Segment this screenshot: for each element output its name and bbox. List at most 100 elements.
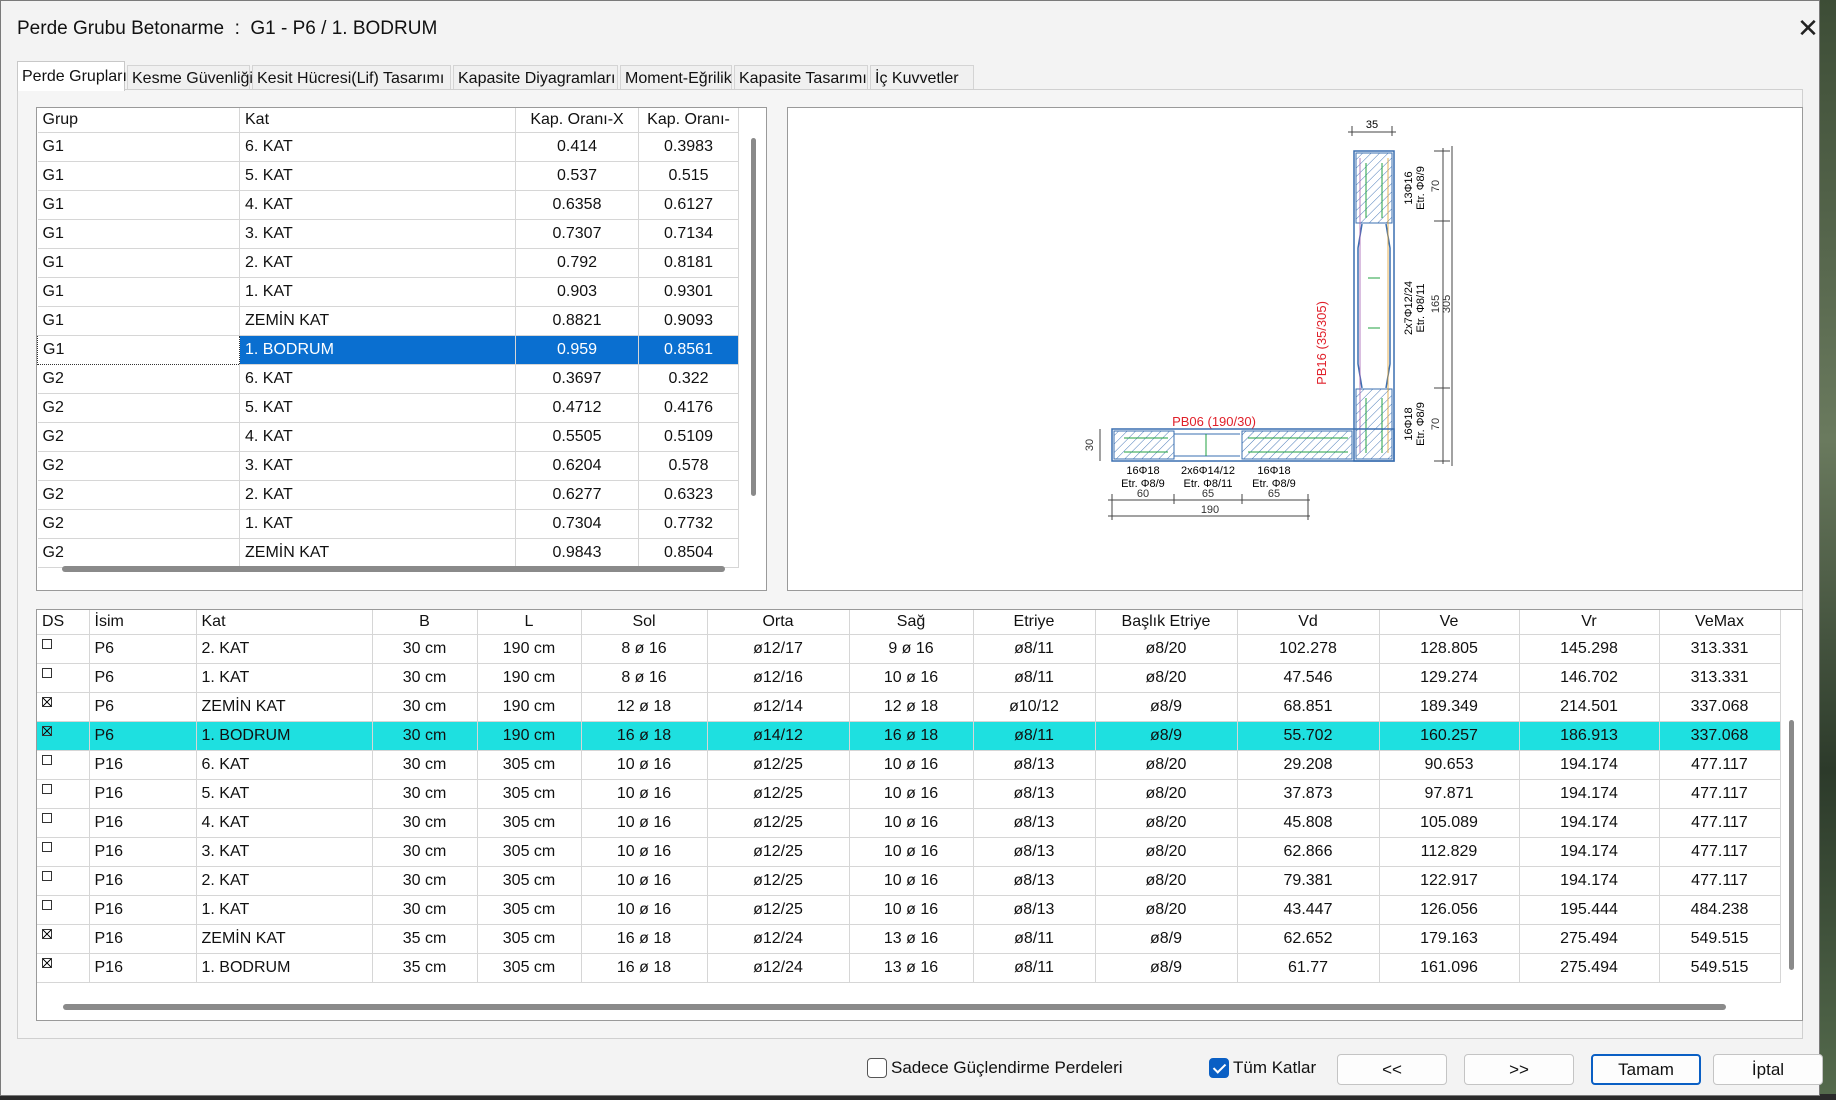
ds-checkbox-cell[interactable] bbox=[37, 779, 90, 809]
ds-checkbox-cell[interactable] bbox=[37, 866, 90, 896]
unchecked-box-icon[interactable] bbox=[42, 783, 52, 794]
groups-vscroll-thumb[interactable] bbox=[751, 138, 756, 496]
table-row[interactable]: G1 1. BODRUM 0.959 0.8561 bbox=[37, 334, 739, 365]
ds-checkbox-cell[interactable] bbox=[37, 837, 90, 867]
table-row[interactable]: G1 2. KAT 0.792 0.8181 bbox=[37, 248, 739, 278]
table-row[interactable]: P16 5. KAT 30 cm 305 cm 10 ø 16 ø12/25 10 ø 16… bbox=[37, 779, 1781, 809]
tab-2[interactable]: Kesit Hücresi(Lif) Tasarımı bbox=[252, 65, 451, 90]
walls-vscroll-thumb[interactable] bbox=[1789, 720, 1794, 970]
table-row[interactable]: P6 1. KAT 30 cm 190 cm 8 ø 16 ø12/16 10 ø 16 ø8… bbox=[37, 663, 1781, 693]
tab-5[interactable]: Kapasite Tasarımı bbox=[734, 65, 868, 90]
table-row[interactable]: G2 4. KAT 0.5505 0.5109 bbox=[37, 422, 739, 452]
table-row[interactable]: P16 6. KAT 30 cm 305 cm 10 ø 16 ø12/25 10 ø 16… bbox=[37, 750, 1781, 780]
table-row[interactable]: G1 6. KAT 0.414 0.3983 bbox=[37, 132, 739, 162]
checked-box-icon[interactable] bbox=[42, 928, 52, 939]
col-header-grup[interactable]: Grup bbox=[37, 108, 240, 133]
table-row[interactable]: G1 1. KAT 0.903 0.9301 bbox=[37, 277, 739, 307]
col-header-kap-x[interactable]: Kap. Oranı-X bbox=[515, 108, 639, 133]
rebar-h-right-1: 16Φ18 bbox=[1257, 465, 1290, 477]
unchecked-box-icon[interactable] bbox=[42, 754, 52, 765]
table-row[interactable]: P16 3. KAT 30 cm 305 cm 10 ø 16 ø12/25 10 ø 16… bbox=[37, 837, 1781, 867]
col-header[interactable]: VeMax bbox=[1659, 610, 1781, 635]
groups-hscroll-thumb[interactable] bbox=[62, 566, 725, 572]
unchecked-box-icon[interactable] bbox=[42, 638, 52, 649]
col-header[interactable]: Etriye bbox=[973, 610, 1096, 635]
col-header[interactable]: Orta bbox=[707, 610, 850, 635]
table-row[interactable]: P16 1. BODRUM 35 cm 305 cm 16 ø 18 ø12/24 13 ø… bbox=[37, 953, 1781, 983]
unchecked-box-icon[interactable] bbox=[42, 870, 52, 881]
all-floors-checkbox[interactable] bbox=[1209, 1058, 1229, 1078]
ds-checkbox-cell[interactable] bbox=[37, 663, 90, 693]
table-row[interactable]: G2 ZEMİN KAT 0.9843 0.8504 bbox=[37, 538, 739, 568]
ds-checkbox-cell[interactable] bbox=[37, 924, 90, 954]
cancel-button[interactable]: İptal bbox=[1713, 1054, 1823, 1085]
col-header[interactable]: DS bbox=[37, 610, 90, 635]
ok-button[interactable]: Tamam bbox=[1591, 1054, 1701, 1085]
dim-vert-bot: 70 bbox=[1430, 418, 1442, 430]
table-row[interactable]: P6 2. KAT 30 cm 190 cm 8 ø 16 ø12/17 9 ø 16 ø8/… bbox=[37, 634, 1781, 664]
table-row[interactable]: P16 ZEMİN KAT 35 cm 305 cm 16 ø 18 ø12/24 13 ø… bbox=[37, 924, 1781, 954]
walls-hscroll-thumb[interactable] bbox=[63, 1004, 1726, 1010]
tab-3[interactable]: Kapasite Diyagramları bbox=[453, 65, 618, 90]
table-cell: G1 bbox=[37, 306, 240, 336]
table-row[interactable]: P16 1. KAT 30 cm 305 cm 10 ø 16 ø12/25 10 ø 16… bbox=[37, 895, 1781, 925]
ds-checkbox-cell[interactable] bbox=[37, 721, 90, 751]
col-header[interactable]: İsim bbox=[89, 610, 197, 635]
close-icon[interactable]: ✕ bbox=[1795, 15, 1821, 41]
table-row[interactable]: G2 5. KAT 0.4712 0.4176 bbox=[37, 393, 739, 423]
unchecked-box-icon[interactable] bbox=[42, 812, 52, 823]
col-header[interactable]: L bbox=[477, 610, 582, 635]
ds-checkbox-cell[interactable] bbox=[37, 808, 90, 838]
table-row[interactable]: G2 1. KAT 0.7304 0.7732 bbox=[37, 509, 739, 539]
tab-1[interactable]: Kesme Güvenliği bbox=[127, 65, 253, 90]
table-row[interactable]: G2 2. KAT 0.6277 0.6323 bbox=[37, 480, 739, 510]
only-strengthening-checkbox[interactable] bbox=[867, 1058, 887, 1078]
col-header[interactable]: Sağ bbox=[849, 610, 974, 635]
ds-checkbox-cell[interactable] bbox=[37, 634, 90, 664]
ds-checkbox-cell[interactable] bbox=[37, 750, 90, 780]
table-cell: G2 bbox=[37, 393, 240, 423]
col-header-kap-y[interactable]: Kap. Oranı- bbox=[638, 108, 739, 133]
tab-6[interactable]: İç Kuvvetler bbox=[870, 65, 974, 90]
tab-4[interactable]: Moment-Eğrilik bbox=[620, 65, 732, 90]
col-header[interactable]: Vr bbox=[1519, 610, 1660, 635]
table-row[interactable]: G1 5. KAT 0.537 0.515 bbox=[37, 161, 739, 191]
checked-box-icon[interactable] bbox=[42, 696, 52, 707]
ds-checkbox-cell[interactable] bbox=[37, 895, 90, 925]
table-row[interactable]: P6 1. BODRUM 30 cm 190 cm 16 ø 18 ø14/12 16 ø … bbox=[37, 721, 1781, 751]
all-floors-label[interactable]: Tüm Katlar bbox=[1233, 1058, 1316, 1078]
unchecked-box-icon[interactable] bbox=[42, 899, 52, 910]
col-header[interactable]: B bbox=[372, 610, 478, 635]
tab-0[interactable]: Perde Grupları bbox=[17, 61, 127, 91]
table-row[interactable]: G2 3. KAT 0.6204 0.578 bbox=[37, 451, 739, 481]
table-cell: 126.056 bbox=[1379, 895, 1520, 925]
table-cell: 477.117 bbox=[1659, 808, 1781, 838]
table-row[interactable]: P6 ZEMİN KAT 30 cm 190 cm 12 ø 18 ø12/14 12 ø … bbox=[37, 692, 1781, 722]
checked-box-icon[interactable] bbox=[42, 957, 52, 968]
ds-checkbox-cell[interactable] bbox=[37, 953, 90, 983]
unchecked-box-icon[interactable] bbox=[42, 841, 52, 852]
table-row[interactable]: G1 3. KAT 0.7307 0.7134 bbox=[37, 219, 739, 249]
next-button[interactable]: >> bbox=[1464, 1054, 1574, 1085]
col-header[interactable]: Kat bbox=[196, 610, 373, 635]
table-row[interactable]: P16 2. KAT 30 cm 305 cm 10 ø 16 ø12/25 10 ø 16… bbox=[37, 866, 1781, 896]
col-header-kat[interactable]: Kat bbox=[239, 108, 516, 133]
table-row[interactable]: P16 4. KAT 30 cm 305 cm 10 ø 16 ø12/25 10 ø 16… bbox=[37, 808, 1781, 838]
col-header[interactable]: Başlık Etriye bbox=[1095, 610, 1238, 635]
table-row[interactable]: G1 ZEMİN KAT 0.8821 0.9093 bbox=[37, 306, 739, 336]
only-strengthening-label[interactable]: Sadece Güçlendirme Perdeleri bbox=[891, 1058, 1123, 1078]
table-cell: 0.7304 bbox=[515, 509, 639, 539]
table-cell: 10 ø 16 bbox=[849, 663, 974, 693]
table-row[interactable]: G1 4. KAT 0.6358 0.6127 bbox=[37, 190, 739, 220]
unchecked-box-icon[interactable] bbox=[42, 667, 52, 678]
table-cell: 47.546 bbox=[1237, 663, 1380, 693]
col-header[interactable]: Vd bbox=[1237, 610, 1380, 635]
col-header[interactable]: Ve bbox=[1379, 610, 1520, 635]
prev-button[interactable]: << bbox=[1337, 1054, 1447, 1085]
ds-checkbox-cell[interactable] bbox=[37, 692, 90, 722]
table-row[interactable]: G2 6. KAT 0.3697 0.322 bbox=[37, 364, 739, 394]
title-bar[interactable]: Perde Grubu Betonarme : G1 - P6 / 1. BOD… bbox=[1, 1, 1819, 57]
col-header[interactable]: Sol bbox=[581, 610, 708, 635]
table-cell: G1 bbox=[37, 190, 240, 220]
checked-box-icon[interactable] bbox=[42, 725, 52, 736]
